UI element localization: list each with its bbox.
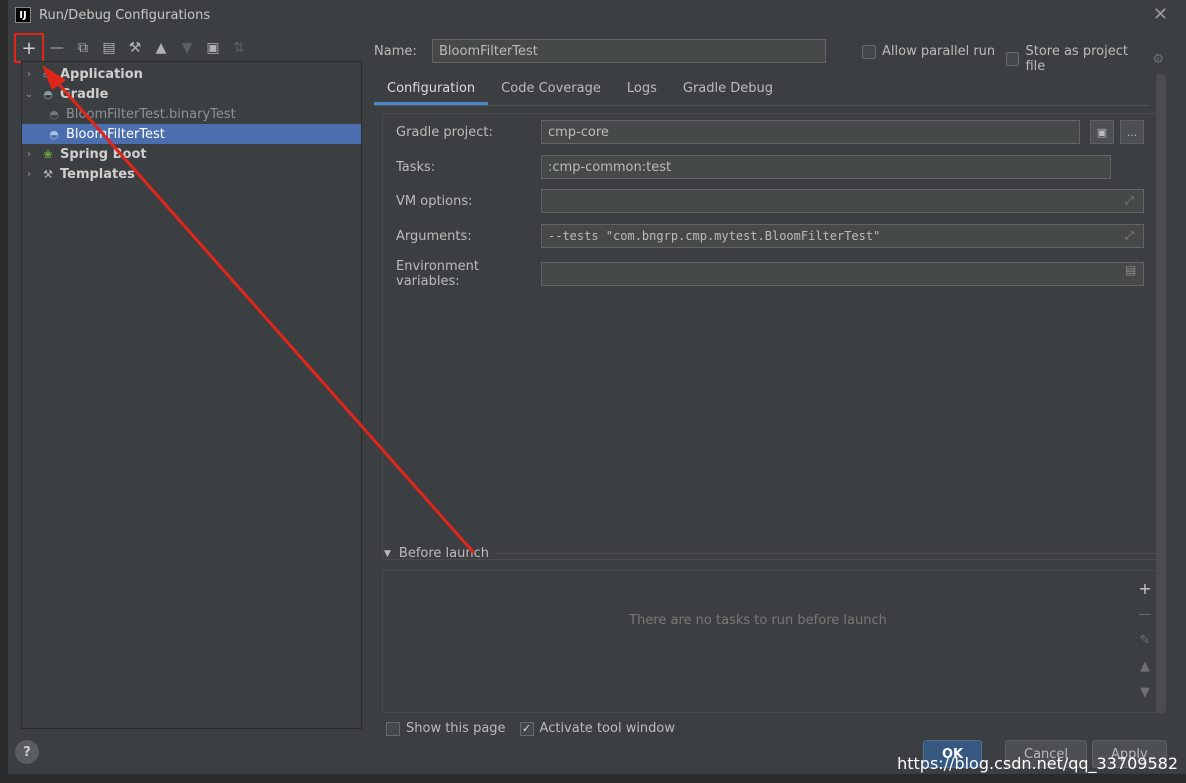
show-page-checkbox[interactable]: Show this page <box>386 721 506 736</box>
expand-field-icon[interactable]: ⤢ <box>1125 194 1134 208</box>
tree-node-spring-boot[interactable]: › ❀ Spring Boot <box>22 144 361 164</box>
expand-icon: › <box>27 68 31 80</box>
config-toolbar: + — ⧉ ▤ ⚒ ▲ ▼ ▣ ⇅ <box>14 33 252 63</box>
tab-logs[interactable]: Logs <box>614 76 670 105</box>
tree-node-binarytest[interactable]: ◓ BloomFilterTest.binaryTest <box>22 104 361 124</box>
collapse-icon: ▼ <box>384 548 391 559</box>
expand-icon: › <box>27 168 31 180</box>
vm-options-row: VM options: ⤢ <box>396 189 1144 213</box>
tree-node-gradle[interactable]: ⌄ ◓ Gradle <box>22 84 361 104</box>
allow-parallel-label: Allow parallel run <box>882 44 996 59</box>
move-down-icon[interactable]: ▼ <box>174 37 200 59</box>
sort-icon[interactable]: ⇅ <box>226 37 252 59</box>
add-icon[interactable]: + <box>1138 575 1151 601</box>
bottom-options: Show this page Activate tool window <box>386 721 675 736</box>
tasks-input[interactable]: :cmp-common:test <box>541 155 1111 179</box>
arguments-label: Arguments: <box>396 228 472 244</box>
name-label: Name: <box>374 43 417 59</box>
remove-icon[interactable]: — <box>1139 601 1152 627</box>
wrench-icon: ⚒ <box>43 167 53 181</box>
browse-button[interactable]: ... <box>1120 120 1144 144</box>
before-launch-list: There are no tasks to run before launch … <box>382 570 1159 713</box>
store-project-file-label: Store as project file <box>1025 44 1128 74</box>
tasks-label: Tasks: <box>396 159 436 175</box>
name-input[interactable]: BloomFilterTest <box>432 39 826 63</box>
project-folder-icon[interactable]: ▣ <box>1090 120 1114 144</box>
arguments-row: Arguments: --tests "com.bngrp.cmp.mytest… <box>396 224 1144 248</box>
expand-field-icon[interactable]: ⤢ <box>1125 229 1134 243</box>
tasks-row: Tasks: :cmp-common:test <box>396 155 1111 179</box>
gradle-icon: ◓ <box>49 107 59 121</box>
config-tabs: Configuration Code Coverage Logs Gradle … <box>374 76 1150 106</box>
vm-options-input[interactable] <box>541 189 1144 213</box>
environment-label: Environment variables: <box>396 259 480 289</box>
watermark: https://blog.csdn.net/qq_33709582 <box>897 754 1178 773</box>
status-strip <box>0 774 1186 783</box>
tab-gradle-debug[interactable]: Gradle Debug <box>670 76 786 105</box>
activate-tool-window-checkbox[interactable]: Activate tool window <box>519 721 675 736</box>
remove-icon[interactable]: — <box>44 37 70 59</box>
tree-node-application[interactable]: › ▭ Application <box>22 64 361 84</box>
gradle-project-input[interactable]: cmp-core <box>541 120 1080 144</box>
store-project-file-checkbox[interactable]: Store as project file ⚙ <box>1006 44 1164 74</box>
checkbox-box <box>386 721 400 736</box>
scrollbar[interactable] <box>1156 74 1166 714</box>
move-up-icon[interactable]: ▲ <box>1140 653 1150 679</box>
move-up-icon[interactable]: ▲ <box>148 37 174 59</box>
expand-icon: › <box>27 148 31 160</box>
intellij-icon: IJ <box>15 7 31 23</box>
gradle-project-label: Gradle project: <box>396 124 493 140</box>
configuration-panel: Gradle project: cmp-core ▣ ... Tasks: :c… <box>382 113 1159 560</box>
before-launch-tools: + — ✎ ▲ ▼ <box>1132 571 1158 712</box>
checkbox-box <box>862 44 876 59</box>
collapse-icon: ⌄ <box>24 88 34 100</box>
before-launch-header[interactable]: ▼ Before launch <box>384 546 1160 561</box>
help-button[interactable]: ? <box>15 740 39 764</box>
gear-icon[interactable]: ⚙ <box>1152 52 1164 67</box>
tab-code-coverage[interactable]: Code Coverage <box>488 76 614 105</box>
allow-parallel-checkbox[interactable]: Allow parallel run <box>862 44 995 59</box>
wrench-icon[interactable]: ⚒ <box>122 37 148 59</box>
title-bar: IJ Run/Debug Configurations ✕ <box>8 0 1186 30</box>
environment-row: Environment variables: ▤ <box>396 259 1144 289</box>
add-icon[interactable]: + <box>14 33 44 63</box>
document-icon[interactable]: ▤ <box>1125 263 1136 277</box>
divider <box>495 553 1160 554</box>
name-row: Name: BloomFilterTest <box>374 39 826 63</box>
tab-configuration[interactable]: Configuration <box>374 76 489 105</box>
run-debug-dialog: IJ Run/Debug Configurations ✕ + — ⧉ ▤ ⚒ … <box>8 0 1186 783</box>
before-launch-title: Before launch <box>398 546 490 561</box>
save-icon[interactable]: ▤ <box>96 37 122 59</box>
spring-boot-icon: ❀ <box>43 147 53 161</box>
checkbox-box <box>1006 52 1020 66</box>
tree-node-templates[interactable]: › ⚒ Templates <box>22 164 361 184</box>
environment-input[interactable] <box>541 262 1144 286</box>
edit-icon[interactable]: ✎ <box>1140 627 1151 653</box>
config-tree: › ▭ Application ⌄ ◓ Gradle ◓ BloomFilter… <box>21 61 362 729</box>
vm-options-label: VM options: <box>396 193 473 209</box>
copy-icon[interactable]: ⧉ <box>70 37 96 59</box>
tree-node-bloomfiltertest[interactable]: ◓ BloomFilterTest <box>22 124 361 144</box>
checkbox-box <box>519 721 534 736</box>
gradle-icon: ◓ <box>49 127 59 141</box>
gradle-project-row: Gradle project: cmp-core ▣ ... <box>396 120 1144 144</box>
new-folder-icon[interactable]: ▣ <box>200 37 226 59</box>
window-title: Run/Debug Configurations <box>39 7 211 23</box>
before-launch-empty: There are no tasks to run before launch <box>629 613 887 628</box>
close-icon[interactable]: ✕ <box>1153 4 1168 25</box>
move-down-icon[interactable]: ▼ <box>1140 679 1150 705</box>
arguments-input[interactable]: --tests "com.bngrp.cmp.mytest.BloomFilte… <box>541 224 1144 248</box>
gradle-icon: ◓ <box>43 87 53 101</box>
application-icon: ▭ <box>42 67 54 81</box>
